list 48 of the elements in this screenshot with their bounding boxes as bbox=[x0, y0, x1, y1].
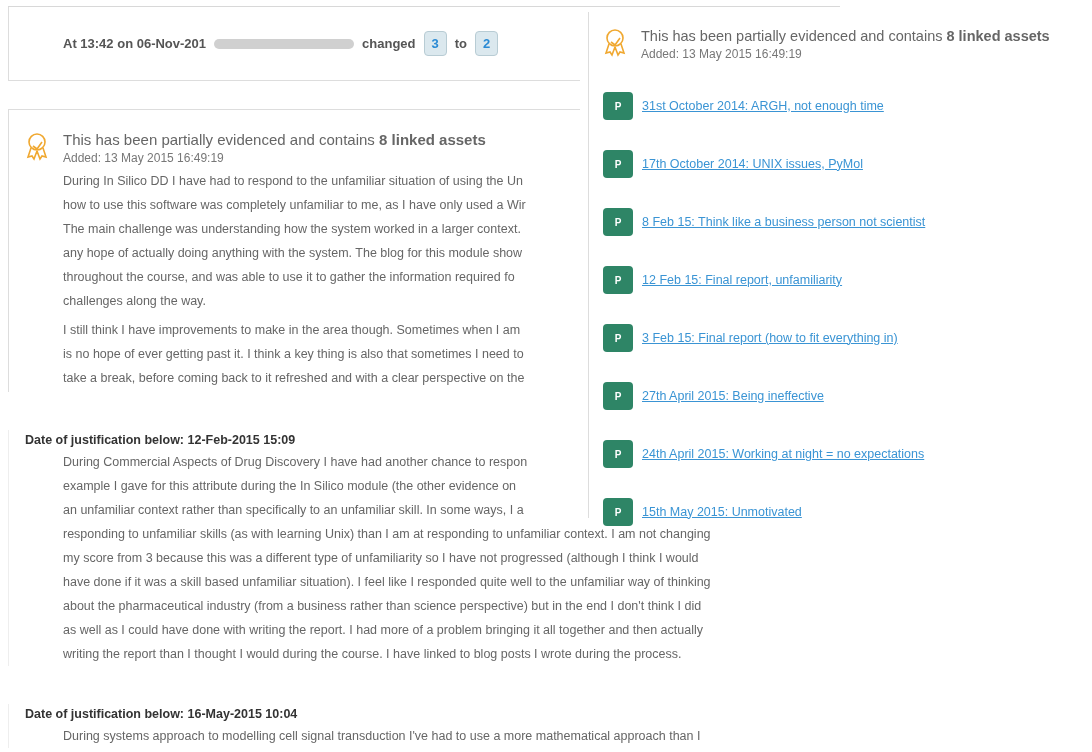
paragraph-line: I still think I have improvements to make in the area though. Sometimes when I am bbox=[63, 322, 521, 339]
paragraph-line: an unfamiliar context rather than specifically to an unfamiliar skill. In some ways, I a bbox=[63, 502, 524, 519]
paragraph-line: responding to unfamiliar skills (as with learning Unix) than I am at responding to unfamiliar context. I am not changing bbox=[63, 526, 711, 543]
paragraph-line: my score from 3 because this was a different type of unfamiliarity so I have not progressed (although I think I would bbox=[63, 550, 699, 567]
post-badge: P bbox=[603, 92, 633, 120]
change-timestamp: At 13:42 on 06-Nov-201 bbox=[63, 34, 207, 53]
paragraph-line: how to use this software was completely unfamiliar to me, as I have only used a Wir bbox=[63, 197, 526, 214]
post-badge: P bbox=[603, 382, 633, 410]
paragraph-line: During Commercial Aspects of Drug Discovery I have had another chance to respon bbox=[63, 454, 528, 471]
asset-link[interactable]: 24th April 2015: Working at night = no expectations bbox=[642, 444, 925, 464]
change-label: changed bbox=[362, 34, 416, 53]
paragraph-line: example I gave for this attribute during the In Silico module (the other evidence on bbox=[63, 478, 517, 495]
paragraph-line: throughout the course, and was able to use it to gather the information required fo bbox=[63, 269, 515, 286]
paragraph-line: During In Silico DD I have had to respond to the unfamiliar situation of using the Un bbox=[63, 173, 523, 190]
post-badge: P bbox=[603, 440, 633, 468]
award-ribbon-icon bbox=[25, 132, 49, 162]
evidence-title: This has been partially evidenced and contains 8 linked assets bbox=[63, 130, 487, 150]
post-badge: P bbox=[603, 266, 633, 294]
justification-heading: Date of justification below: 12-Feb-2015 15:09 bbox=[25, 432, 297, 449]
paragraph-line: about the pharmaceutical industry (from a business rather than science perspective) but in the end I don't think I did bbox=[63, 598, 702, 615]
added-date: Added: 13 May 2015 16:49:19 bbox=[641, 46, 803, 62]
asset-link[interactable]: 12 Feb 15: Final report, unfamiliarity bbox=[642, 270, 843, 290]
paragraph-line: take a break, before coming back to it refreshed and with a clear perspective on the bbox=[63, 370, 525, 387]
paragraph-line: any hope of actually doing anything with the system. The blog for this module show bbox=[63, 245, 523, 262]
asset-link[interactable]: 31st October 2014: ARGH, not enough time bbox=[642, 96, 884, 116]
post-badge: P bbox=[603, 498, 633, 526]
paragraph-line: challenges along the way. bbox=[63, 293, 206, 310]
paragraph-line: as well as I could have done with writing the report. I had more of a problem bringing it all together and then actually bbox=[63, 622, 703, 639]
paragraph-line: The main challenge was understanding how the system worked in a larger context. bbox=[63, 221, 521, 238]
post-badge: P bbox=[603, 150, 633, 178]
asset-link[interactable]: 27th April 2015: Being ineffective bbox=[642, 386, 824, 406]
added-date: Added: 13 May 2015 16:49:19 bbox=[63, 150, 225, 166]
score-badge: 3 bbox=[423, 30, 447, 57]
post-badge: P bbox=[603, 208, 633, 236]
asset-link[interactable]: 8 Feb 15: Think like a business person not scientist bbox=[642, 212, 926, 232]
evidence-title: This has been partially evidenced and contains 8 linked assets bbox=[641, 27, 1050, 46]
paragraph-line: is no hope of ever getting past it. I think a key thing is also that sometimes I need to bbox=[63, 346, 524, 363]
paragraph-line: During systems approach to modelling cell signal transduction I've had to use a more mathematical approach than I bbox=[63, 728, 701, 745]
asset-link[interactable]: 17th October 2014: UNIX issues, PyMol bbox=[642, 154, 863, 174]
asset-link[interactable]: 15th May 2015: Unmotivated bbox=[642, 502, 802, 522]
change-label: to bbox=[454, 34, 468, 53]
score-badge: 2 bbox=[475, 30, 499, 57]
post-badge: P bbox=[603, 324, 633, 352]
award-ribbon-icon bbox=[603, 28, 627, 58]
paragraph-line: writing the report than I thought I would during the course. I have linked to blog posts I wrote during the process. bbox=[63, 646, 682, 663]
justification-heading: Date of justification below: 16-May-2015 10:04 bbox=[25, 706, 299, 723]
paragraph-line: have done if it was a skill based unfamiliar situation). I feel like I responded quite well to the unfamiliar way of thinking bbox=[63, 574, 711, 591]
asset-link[interactable]: 3 Feb 15: Final report (how to fit everything in) bbox=[642, 328, 898, 348]
